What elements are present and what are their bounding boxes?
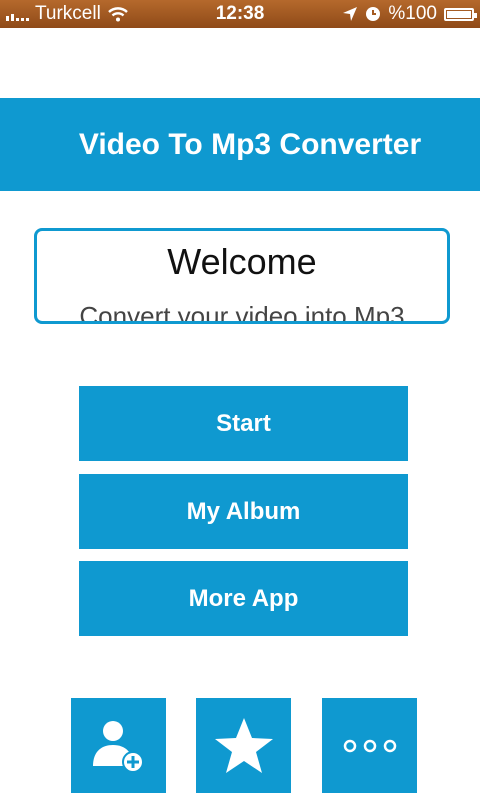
start-button[interactable]: Start (79, 386, 408, 461)
welcome-title: Welcome (167, 241, 317, 282)
more-dots-icon (343, 739, 396, 752)
more-options-button[interactable] (322, 698, 417, 793)
wifi-icon (107, 7, 128, 22)
add-user-icon (92, 720, 144, 773)
favorite-button[interactable] (196, 698, 291, 793)
my-album-button[interactable]: My Album (79, 474, 408, 549)
location-arrow-icon (343, 7, 358, 21)
app-title: Video To Mp3 Converter (78, 128, 422, 161)
status-left: Turkcell (6, 0, 129, 28)
title-banner: Video To Mp3 Converter (0, 98, 480, 191)
welcome-box: Welcome Convert your video into Mp3 (34, 228, 450, 324)
battery-percent: %100 (388, 3, 437, 24)
more-app-button[interactable]: More App (79, 561, 408, 636)
alarm-clock-icon (366, 7, 381, 21)
add-user-button[interactable] (71, 698, 166, 793)
status-right: %100 (342, 0, 477, 28)
status-bar: Turkcell 12:38 %100 (0, 0, 480, 28)
welcome-subtitle: Convert your video into Mp3 (79, 301, 405, 324)
star-icon (214, 717, 273, 773)
battery-icon (444, 7, 477, 21)
signal-icon (6, 7, 29, 21)
battery-fill (447, 10, 471, 18)
carrier-name: Turkcell (35, 3, 101, 24)
